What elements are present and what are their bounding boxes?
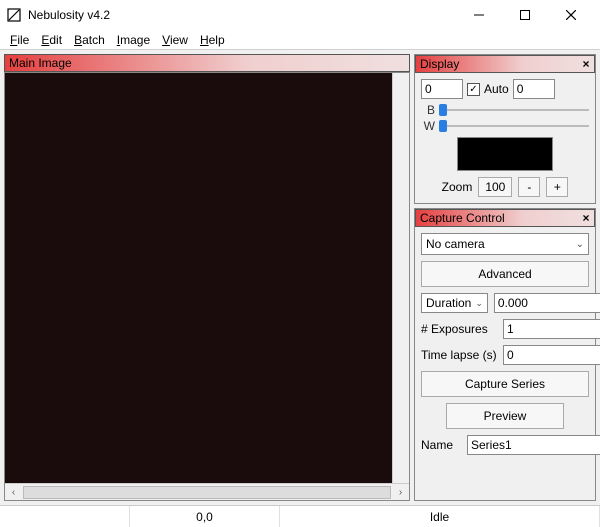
workspace: Main Image ‹ › Display × (0, 50, 600, 505)
white-level-input[interactable] (513, 79, 555, 99)
image-canvas[interactable] (5, 73, 392, 483)
duration-label: Duration (426, 296, 471, 310)
histogram-preview (457, 137, 553, 171)
menu-view[interactable]: View (156, 33, 194, 47)
camera-select-value: No camera (426, 237, 576, 251)
timelapse-input[interactable] (503, 345, 600, 365)
b-slider-label: B (421, 103, 435, 117)
advanced-button[interactable]: Advanced (421, 261, 589, 287)
display-panel-close-icon[interactable]: × (578, 57, 594, 71)
duration-input[interactable] (494, 293, 600, 313)
vertical-scrollbar[interactable] (392, 73, 409, 483)
display-panel-title: Display (420, 57, 459, 71)
window-maximize-button[interactable] (502, 0, 548, 30)
menubar: File Edit Batch Image View Help (0, 30, 600, 50)
menu-edit[interactable]: Edit (35, 33, 68, 47)
chevron-down-icon: ⌄ (475, 298, 483, 309)
capture-series-button[interactable]: Capture Series (421, 371, 589, 397)
capture-panel-close-icon[interactable]: × (578, 211, 594, 225)
w-slider-thumb[interactable] (439, 120, 447, 132)
duration-select[interactable]: Duration ⌄ (421, 293, 488, 313)
preview-button[interactable]: Preview (446, 403, 564, 429)
name-label: Name (421, 438, 461, 452)
status-state: Idle (280, 506, 600, 527)
status-cell-1 (0, 506, 130, 527)
scroll-left-icon[interactable]: ‹ (5, 487, 22, 498)
zoom-in-button[interactable]: + (546, 177, 568, 197)
window-title: Nebulosity v4.2 (28, 8, 456, 22)
b-slider-thumb[interactable] (439, 104, 447, 116)
zoom-label: Zoom (442, 180, 473, 194)
zoom-value-button[interactable]: 100 (478, 177, 512, 197)
auto-label: Auto (484, 82, 509, 96)
w-slider-label: W (421, 119, 435, 133)
menu-batch[interactable]: Batch (68, 33, 111, 47)
main-image-title: Main Image (9, 56, 72, 70)
capture-control-panel: Capture Control × No camera ⌄ Advanced D… (414, 208, 596, 501)
scroll-track[interactable] (23, 486, 391, 499)
timelapse-label: Time lapse (s) (421, 348, 497, 362)
app-icon (6, 7, 22, 23)
main-image-titlebar: Main Image (4, 54, 410, 72)
window-minimize-button[interactable] (456, 0, 502, 30)
display-panel: Display × ✓ Auto B W (414, 54, 596, 204)
statusbar: 0,0 Idle (0, 505, 600, 527)
camera-select[interactable]: No camera ⌄ (421, 233, 589, 255)
menu-help[interactable]: Help (194, 33, 231, 47)
status-coords: 0,0 (130, 506, 280, 527)
scroll-right-icon[interactable]: › (392, 487, 409, 498)
display-panel-titlebar: Display × (415, 55, 595, 73)
w-slider[interactable] (439, 119, 589, 133)
main-image-panel: Main Image ‹ › (4, 54, 410, 501)
menu-file[interactable]: File (4, 33, 35, 47)
auto-checkbox[interactable]: ✓ (467, 83, 480, 96)
exposures-label: # Exposures (421, 322, 497, 336)
b-slider[interactable] (439, 103, 589, 117)
window-close-button[interactable] (548, 0, 594, 30)
black-level-input[interactable] (421, 79, 463, 99)
menu-image[interactable]: Image (111, 33, 156, 47)
window-titlebar: Nebulosity v4.2 (0, 0, 600, 30)
name-input[interactable] (467, 435, 600, 455)
capture-panel-title: Capture Control (420, 211, 505, 225)
horizontal-scrollbar[interactable]: ‹ › (5, 483, 409, 500)
zoom-out-button[interactable]: - (518, 177, 540, 197)
chevron-down-icon: ⌄ (576, 239, 584, 250)
exposures-input[interactable] (503, 319, 600, 339)
capture-panel-titlebar: Capture Control × (415, 209, 595, 227)
